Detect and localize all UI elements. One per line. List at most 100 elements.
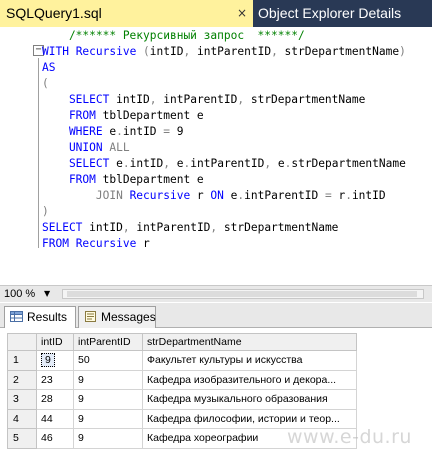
tab-results-label: Results <box>27 310 68 324</box>
code-line[interactable]: UNION ALL <box>42 140 130 156</box>
chevron-down-icon[interactable]: ▼ <box>44 287 50 301</box>
column-header-intparentid[interactable]: intParentID <box>73 333 143 351</box>
code-token: e <box>277 157 285 170</box>
tab-object-explorer-details[interactable]: Object Explorer Details <box>258 0 432 27</box>
close-icon[interactable]: × <box>234 0 250 27</box>
code-token: intID <box>149 45 184 58</box>
code-token: /****** Рекурсивный запрос ******/ <box>42 29 305 42</box>
code-token: intID <box>129 157 164 170</box>
code-token: ) <box>42 205 49 218</box>
messages-icon <box>85 311 96 322</box>
code-token: ON <box>210 189 231 202</box>
code-line[interactable]: AS <box>42 60 55 76</box>
editor-statusbar: 100 % ▼ <box>0 285 432 302</box>
code-token: . <box>122 157 130 170</box>
zoom-value: 100 % <box>4 288 36 300</box>
code-token: = <box>163 125 177 138</box>
row-number[interactable]: 1 <box>7 350 37 371</box>
cell-strdepartmentname[interactable]: Кафедра изобразительного и декора... <box>142 369 357 390</box>
code-token: r <box>143 237 150 250</box>
tab-results[interactable]: Results <box>4 306 76 328</box>
code-line[interactable]: FROM tblDepartment e <box>42 108 204 124</box>
code-token: , <box>183 45 197 58</box>
code-token: SELECT <box>42 93 117 106</box>
code-token: intParentID <box>196 45 272 58</box>
code-line[interactable]: SELECT e.intID, e.intParentID, e.strDepa… <box>42 156 406 172</box>
row-number[interactable]: 4 <box>7 408 37 429</box>
column-header-strdepartmentname[interactable]: strDepartmentName <box>142 333 357 351</box>
column-header-intid[interactable]: intID <box>36 333 74 351</box>
cell-intid[interactable]: 46 <box>36 428 74 449</box>
code-token: = <box>324 189 339 202</box>
table-row[interactable]: 2 23 9 Кафедра изобразительного и декора… <box>7 369 357 390</box>
code-token: FROM <box>42 237 76 250</box>
code-token: intParentID <box>136 221 211 234</box>
code-token: , <box>271 45 285 58</box>
row-number-header[interactable] <box>7 333 37 351</box>
cell-intparentid[interactable]: 9 <box>73 369 143 390</box>
code-token: , <box>149 93 164 106</box>
row-number[interactable]: 5 <box>7 428 37 449</box>
code-line[interactable]: FROM Recursive r <box>42 236 150 252</box>
code-token: 9 <box>176 125 184 138</box>
cell-intid[interactable]: 28 <box>36 389 74 410</box>
outline-line <box>38 58 39 248</box>
cell-intparentid[interactable]: 9 <box>73 408 143 429</box>
code-token: JOIN <box>42 189 130 202</box>
cell-intid[interactable]: 44 <box>36 408 74 429</box>
code-token: , <box>264 157 278 170</box>
code-line[interactable]: WITH Recursive (intID, intParentID, strD… <box>42 44 406 60</box>
code-token: strDepartmentName <box>284 45 400 58</box>
code-token: FROM <box>42 173 103 186</box>
code-line[interactable]: SELECT intID, intParentID, strDepartment… <box>42 220 338 236</box>
code-token: e <box>116 157 123 170</box>
watermark: www.e-du.ru <box>287 426 412 448</box>
cell-intparentid[interactable]: 9 <box>73 389 143 410</box>
results-tabstrip: Results Messages <box>0 303 432 328</box>
table-row[interactable]: 1 9 50 Факультет культуры и искусства <box>7 350 357 371</box>
document-tabstrip: SQLQuery1.sql × Object Explorer Details <box>0 0 432 27</box>
row-number[interactable]: 3 <box>7 389 37 410</box>
cell-strdepartmentname[interactable]: Кафедра музыкального образования <box>142 389 357 410</box>
code-token: intID <box>351 189 386 202</box>
code-token: ( <box>143 45 150 58</box>
code-line[interactable]: JOIN Recursive r ON e.intParentID = r.in… <box>42 188 386 204</box>
code-token: intParentID <box>190 157 265 170</box>
cell-strdepartmentname[interactable]: Факультет культуры и искусства <box>142 350 357 371</box>
code-token: Recursive <box>129 189 197 202</box>
code-line[interactable]: ) <box>42 204 49 220</box>
code-token: AS <box>42 61 56 74</box>
code-token: UNION <box>42 141 110 154</box>
code-token: r <box>196 189 211 202</box>
code-token: SELECT <box>42 221 90 234</box>
code-token: , <box>210 221 224 234</box>
horizontal-scrollbar[interactable] <box>62 289 424 299</box>
code-token: Recursive <box>75 237 144 250</box>
code-line[interactable]: WHERE e.intID = 9 <box>42 124 184 140</box>
code-line[interactable]: ( <box>42 76 49 92</box>
grid-header-row: intID intParentID strDepartmentName <box>7 333 357 351</box>
scrollbar-thumb[interactable] <box>67 291 417 297</box>
code-token: intParentID <box>163 93 238 106</box>
code-token: SELECT <box>42 157 117 170</box>
grid-icon <box>10 311 23 322</box>
code-line[interactable]: /****** Рекурсивный запрос ******/ <box>42 28 305 44</box>
code-token: ( <box>42 77 49 90</box>
cell-intid[interactable]: 9 <box>36 350 74 371</box>
tab-sqlquery1[interactable]: SQLQuery1.sql <box>0 0 253 27</box>
cell-intparentid[interactable]: 50 <box>73 350 143 371</box>
cell-intid[interactable]: 23 <box>36 369 74 390</box>
row-number[interactable]: 2 <box>7 369 37 390</box>
code-token: , <box>237 93 251 106</box>
tab-object-explorer-details-label: Object Explorer Details <box>258 5 402 21</box>
table-row[interactable]: 3 28 9 Кафедра музыкального образования <box>7 389 357 410</box>
query-editor[interactable]: − /****** Рекурсивный запрос ******/WITH… <box>0 27 432 285</box>
editor-margin <box>0 27 30 285</box>
cell-intparentid[interactable]: 9 <box>73 428 143 449</box>
code-line[interactable]: FROM tblDepartment e <box>42 172 204 188</box>
code-token: tblDepartment e <box>102 109 204 122</box>
code-token: intID <box>89 221 123 234</box>
code-token: intParentID <box>244 189 325 202</box>
code-line[interactable]: SELECT intID, intParentID, strDepartment… <box>42 92 365 108</box>
tab-messages[interactable]: Messages <box>78 306 156 328</box>
